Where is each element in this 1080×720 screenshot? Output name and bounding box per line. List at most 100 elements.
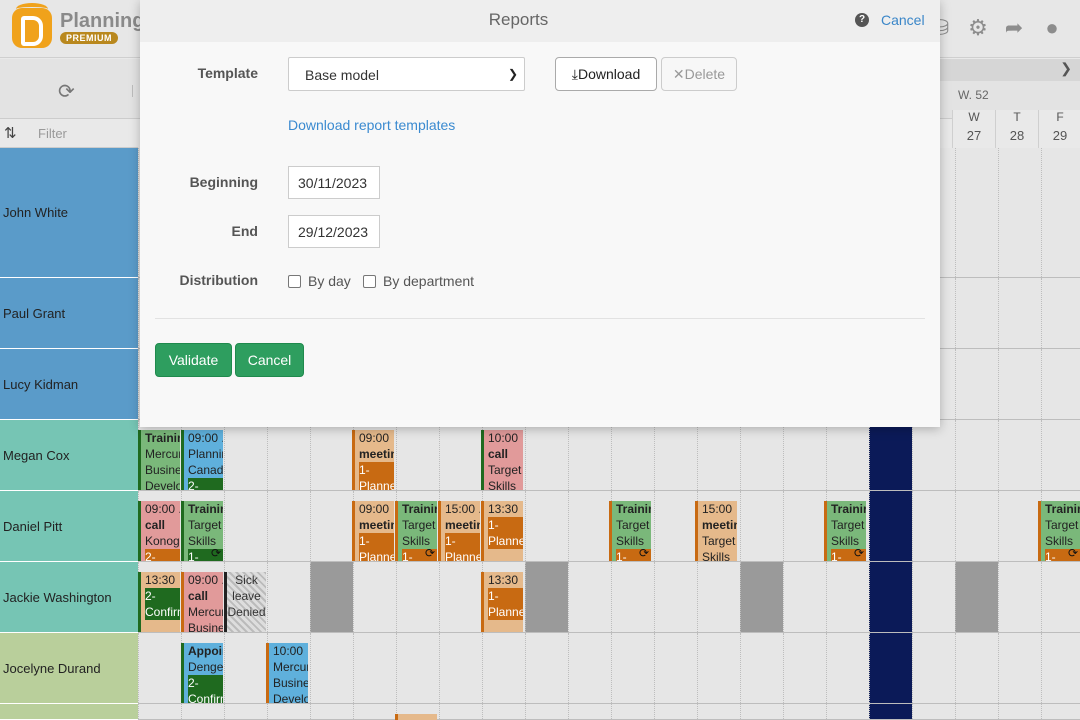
by-department-label[interactable]: By department xyxy=(383,273,474,289)
event-block[interactable]: 09:00 ... call Konogo 2- xyxy=(138,501,180,561)
schedule-cell[interactable] xyxy=(224,633,267,703)
schedule-cell[interactable] xyxy=(482,704,525,719)
schedule-cell[interactable] xyxy=(783,562,826,632)
cancel-button[interactable]: Cancel xyxy=(235,343,304,377)
event-block[interactable]: Appoin Dengel 2- Confirm xyxy=(181,643,223,703)
schedule-cell[interactable] xyxy=(654,633,697,703)
help-icon[interactable]: ? xyxy=(855,13,869,27)
schedule-cell[interactable] xyxy=(611,633,654,703)
schedule-cell[interactable] xyxy=(525,633,568,703)
schedule-cell[interactable] xyxy=(955,633,998,703)
schedule-cell[interactable] xyxy=(998,420,1041,490)
schedule-cell[interactable] xyxy=(998,349,1041,419)
schedule-cell[interactable] xyxy=(697,420,740,490)
schedule-cell[interactable] xyxy=(1041,349,1080,419)
schedule-cell[interactable] xyxy=(783,420,826,490)
event-block[interactable]: 09:00 ... Plannin Canada 2- xyxy=(181,430,223,490)
event-block[interactable]: 09:00 meetin 1- Planne xyxy=(352,430,394,490)
schedule-cell[interactable] xyxy=(439,633,482,703)
schedule-cell[interactable] xyxy=(568,420,611,490)
filter-input[interactable]: Filter xyxy=(38,126,67,141)
schedule-cell[interactable] xyxy=(439,704,482,719)
event-block[interactable]: Trainin Target Skills 1- ⟳ xyxy=(609,501,651,561)
schedule-cell[interactable] xyxy=(826,633,869,703)
schedule-cell[interactable] xyxy=(310,633,353,703)
event-block[interactable]: 13:30 2- Confirm xyxy=(138,572,180,632)
user-icon[interactable]: ● xyxy=(1038,14,1066,42)
schedule-cell[interactable] xyxy=(955,562,998,632)
schedule-cell[interactable] xyxy=(783,633,826,703)
end-date-input[interactable]: 29/12/2023 xyxy=(288,215,380,248)
person-row-name[interactable]: Jackie Washington xyxy=(0,562,138,633)
schedule-cell[interactable] xyxy=(912,420,955,490)
event-block[interactable]: Trainin Mercur Busine Develo xyxy=(138,430,180,490)
schedule-cell[interactable] xyxy=(955,704,998,719)
event-block[interactable]: 13:30 1- Planne xyxy=(481,501,523,561)
schedule-cell[interactable] xyxy=(740,704,783,719)
schedule-cell[interactable] xyxy=(826,562,869,632)
schedule-cell[interactable] xyxy=(740,562,783,632)
schedule-cell[interactable] xyxy=(955,278,998,348)
schedule-cell[interactable] xyxy=(1041,278,1080,348)
sort-icon[interactable]: ⇅ xyxy=(4,124,17,142)
schedule-cell[interactable] xyxy=(697,633,740,703)
schedule-cell[interactable] xyxy=(740,491,783,561)
schedule-cell[interactable] xyxy=(998,562,1041,632)
schedule-cell[interactable] xyxy=(611,562,654,632)
schedule-cell[interactable] xyxy=(869,633,912,703)
schedule-cell[interactable] xyxy=(869,704,912,719)
event-block[interactable]: 09:00 meetin 1- Planne xyxy=(352,501,394,561)
schedule-cell[interactable] xyxy=(998,633,1041,703)
schedule-cell[interactable] xyxy=(611,704,654,719)
schedule-cell[interactable] xyxy=(439,562,482,632)
event-block[interactable] xyxy=(395,714,437,720)
chevron-right-icon[interactable]: ❯ xyxy=(1060,60,1072,77)
schedule-cell[interactable] xyxy=(869,562,912,632)
schedule-cell[interactable] xyxy=(998,704,1041,719)
schedule-cell[interactable] xyxy=(353,633,396,703)
template-select[interactable]: Base model ❯ xyxy=(288,57,525,91)
validate-button[interactable]: Validate xyxy=(155,343,232,377)
schedule-cell[interactable] xyxy=(568,562,611,632)
schedule-cell[interactable] xyxy=(955,491,998,561)
person-row-name[interactable] xyxy=(0,704,138,720)
schedule-cell[interactable] xyxy=(482,633,525,703)
schedule-cell[interactable] xyxy=(912,562,955,632)
download-templates-link[interactable]: Download report templates xyxy=(288,117,455,133)
event-block[interactable]: 10:00 call Target Skills xyxy=(481,430,523,490)
schedule-cell[interactable] xyxy=(267,491,310,561)
schedule-cell[interactable] xyxy=(912,491,955,561)
schedule-cell[interactable] xyxy=(310,704,353,719)
schedule-cell[interactable] xyxy=(654,420,697,490)
schedule-cell[interactable] xyxy=(654,562,697,632)
person-row-name[interactable]: Paul Grant xyxy=(0,278,138,349)
event-block[interactable]: Trainin Target Skills 1- ⟳ xyxy=(824,501,866,561)
beginning-date-input[interactable]: 30/11/2023 xyxy=(288,166,380,199)
event-block[interactable]: 15:00 ... meetin 1- Planne xyxy=(438,501,480,561)
schedule-cell[interactable] xyxy=(740,420,783,490)
event-block[interactable]: 15:00 meetin Target Skills xyxy=(695,501,737,561)
schedule-cell[interactable] xyxy=(396,633,439,703)
schedule-cell[interactable] xyxy=(525,704,568,719)
gear-icon[interactable]: ⚙ xyxy=(964,14,992,42)
event-block[interactable]: Trainin Target Skills 1- ⟳ xyxy=(395,501,437,561)
schedule-cell[interactable] xyxy=(998,148,1041,277)
schedule-cell[interactable] xyxy=(1041,562,1080,632)
schedule-cell[interactable] xyxy=(267,562,310,632)
person-row-name[interactable]: John White xyxy=(0,148,138,278)
event-block[interactable]: 13:30 1- Planne xyxy=(481,572,523,632)
schedule-cell[interactable] xyxy=(525,491,568,561)
person-row-name[interactable]: Lucy Kidman xyxy=(0,349,138,420)
schedule-cell[interactable] xyxy=(396,420,439,490)
schedule-cell[interactable] xyxy=(1041,704,1080,719)
schedule-cell[interactable] xyxy=(310,420,353,490)
schedule-cell[interactable] xyxy=(869,420,912,490)
schedule-cell[interactable] xyxy=(525,562,568,632)
schedule-cell[interactable] xyxy=(439,420,482,490)
schedule-cell[interactable] xyxy=(525,420,568,490)
schedule-cell[interactable] xyxy=(1041,420,1080,490)
schedule-cell[interactable] xyxy=(783,704,826,719)
schedule-cell[interactable] xyxy=(224,491,267,561)
schedule-cell[interactable] xyxy=(869,491,912,561)
schedule-cell[interactable] xyxy=(955,420,998,490)
